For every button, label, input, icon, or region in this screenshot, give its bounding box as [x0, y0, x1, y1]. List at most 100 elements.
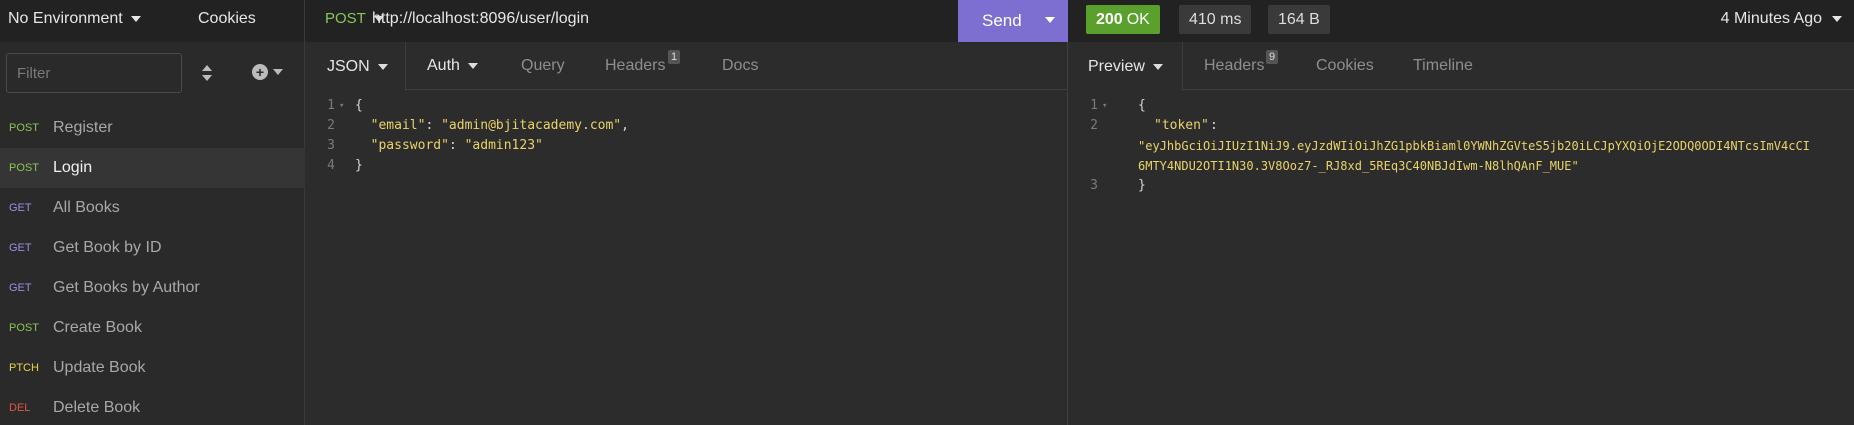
history-dropdown[interactable]: 4 Minutes Ago — [1721, 10, 1842, 28]
code-line: "email": "admin@bjitacademy.com", — [355, 116, 629, 136]
request-name: Create Book — [53, 319, 142, 336]
sidebar-item-get-books-by-author[interactable]: GET Get Books by Author — [0, 268, 305, 308]
response-headers-count-badge: 9 — [1266, 50, 1279, 64]
chevron-down-icon — [1152, 63, 1163, 70]
tab-auth[interactable]: Auth — [427, 42, 478, 90]
sidebar-item-create-book[interactable]: POST Create Book — [0, 308, 305, 348]
response-pane: 200 OK 410 ms 164 B 4 Minutes Ago Previe… — [1068, 0, 1854, 425]
environment-label: No Environment — [8, 10, 123, 27]
sort-icon[interactable] — [200, 63, 214, 83]
chevron-down-icon — [273, 69, 283, 75]
json-close-brace: } — [1138, 178, 1146, 193]
code-line: { — [355, 96, 363, 116]
line-number: 3 — [1090, 178, 1098, 193]
code-line: } — [355, 156, 363, 176]
sidebar-item-get-book-by-id[interactable]: GET Get Book by ID — [0, 228, 305, 268]
line-number: 3 — [327, 138, 335, 153]
sidebar-item-update-book[interactable]: PTCH Update Book — [0, 348, 305, 388]
chevron-down-icon — [1832, 16, 1842, 22]
json-token-value-line1: "eyJhbGciOiJIUzI1NiJ9.eyJzdWIiOiJhZG1pbk… — [1138, 139, 1810, 153]
tab-response-headers[interactable]: Headers — [1204, 42, 1264, 90]
request-name: Delete Book — [53, 399, 141, 416]
json-token-value-line2: 6MTY4NDU2OTI1N30.3V8Ooz7-_RJ8xd_5REq3C40… — [1138, 159, 1579, 173]
filter-input[interactable] — [6, 53, 182, 93]
fold-icon[interactable]: ▾ — [1102, 96, 1107, 116]
send-label: Send — [982, 11, 1022, 30]
response-tabs: Preview Headers 9 Cookies Timeline — [1068, 42, 1854, 91]
sidebar-item-login[interactable]: POST Login — [0, 148, 305, 188]
method-badge: POST — [9, 162, 39, 174]
fold-icon[interactable]: ▾ — [339, 96, 344, 116]
json-punct — [355, 138, 371, 153]
line-number: 1 — [1090, 98, 1098, 113]
json-key-token: "token" — [1154, 118, 1209, 133]
history-label: 4 Minutes Ago — [1720, 10, 1822, 27]
code-line: "password": "admin123" — [355, 136, 543, 156]
request-tabs: JSON Auth Query Headers 1 Docs — [305, 42, 1067, 91]
add-request-button[interactable]: + — [252, 64, 283, 80]
chevron-down-icon — [467, 63, 478, 69]
json-string: "admin123" — [464, 138, 543, 153]
chevron-down-icon — [377, 63, 388, 70]
json-punct — [355, 118, 371, 133]
tab-auth-label: Auth — [427, 57, 460, 74]
request-name: All Books — [53, 199, 120, 216]
url-input[interactable]: http://localhost:8096/user/login — [372, 10, 589, 28]
json-colon: : — [1210, 118, 1218, 133]
tab-preview[interactable]: Preview — [1068, 42, 1183, 91]
tab-docs[interactable]: Docs — [722, 42, 758, 90]
json-punct: : — [448, 138, 465, 153]
json-punct: , — [621, 118, 629, 133]
tab-cookies[interactable]: Cookies — [1316, 42, 1374, 90]
chevron-down-icon[interactable] — [1045, 17, 1055, 23]
sidebar-item-register[interactable]: POST Register — [0, 108, 305, 148]
sidebar-header: No Environment Cookies — [0, 0, 304, 42]
headers-count-badge: 1 — [668, 50, 681, 64]
request-name: Get Books by Author — [53, 279, 200, 296]
request-name: Update Book — [53, 359, 146, 376]
json-string: "admin@bjitacademy.com" — [441, 118, 622, 133]
method-badge: GET — [9, 242, 32, 254]
line-number: 2 — [327, 118, 335, 133]
tab-timeline[interactable]: Timeline — [1413, 42, 1473, 90]
tab-headers-label: Headers — [605, 57, 666, 74]
cookies-button[interactable]: Cookies — [198, 10, 256, 28]
response-preview[interactable]: 1 ▾ { 2 "token" : "eyJhbGciOiJIUzI1NiJ9.… — [1068, 96, 1854, 216]
method-badge: GET — [9, 202, 32, 214]
request-body-editor[interactable]: 1 ▾{2 "email": "admin@bjitacademy.com", 3 … — [305, 96, 1068, 196]
line-number: 1 — [327, 98, 335, 113]
json-punct: : — [425, 118, 442, 133]
json-key: "email" — [370, 118, 426, 133]
status-text: OK — [1126, 10, 1150, 28]
request-name: Get Book by ID — [53, 239, 162, 256]
chevron-down-icon — [130, 16, 141, 22]
line-number: 2 — [1090, 118, 1098, 133]
request-pane: POST http://localhost:8096/user/login Se… — [305, 0, 1068, 425]
line-number: 4 — [327, 158, 335, 173]
filter-row: + — [6, 53, 301, 95]
method-badge: POST — [9, 322, 39, 334]
method-badge: GET — [9, 282, 32, 294]
sidebar: No Environment Cookies + POSTRegisterPOS… — [0, 0, 305, 425]
status-bar: 200 OK 410 ms 164 B 4 Minutes Ago — [1068, 0, 1854, 42]
tab-preview-label: Preview — [1088, 57, 1145, 75]
time-badge: 410 ms — [1179, 5, 1252, 34]
tab-query[interactable]: Query — [521, 42, 565, 90]
send-button[interactable]: Send — [958, 0, 1068, 42]
tab-headers[interactable]: Headers — [605, 42, 665, 90]
tab-json-label: JSON — [327, 57, 370, 75]
request-name: Register — [53, 119, 113, 136]
json-punct: } — [355, 158, 363, 173]
method-badge: DEL — [9, 402, 31, 414]
method-label: POST — [325, 10, 366, 27]
status-badge: 200 OK — [1086, 5, 1160, 34]
status-code: 200 — [1096, 10, 1123, 28]
tab-response-headers-label: Headers — [1204, 57, 1265, 74]
environment-dropdown[interactable]: No Environment — [8, 10, 141, 28]
json-open-brace: { — [1138, 98, 1146, 113]
tab-json[interactable]: JSON — [305, 42, 406, 91]
sidebar-item-delete-book[interactable]: DEL Delete Book — [0, 388, 305, 425]
sidebar-item-all-books[interactable]: GET All Books — [0, 188, 305, 228]
plus-icon: + — [252, 64, 268, 80]
request-name: Login — [53, 159, 93, 176]
